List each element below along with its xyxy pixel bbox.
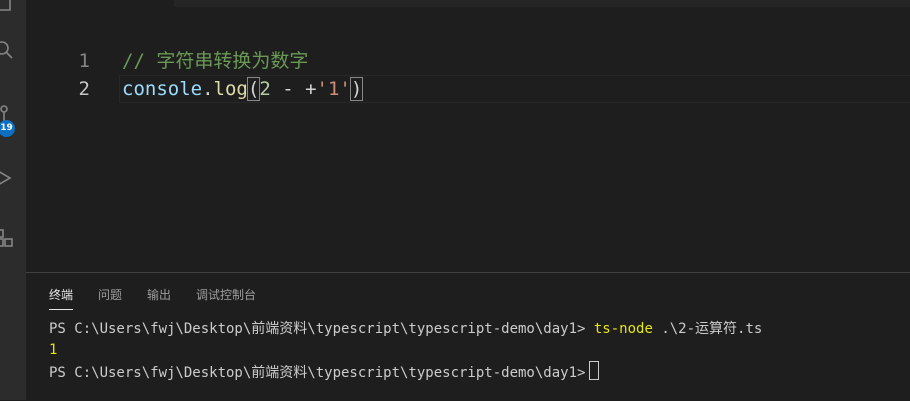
editor-tab-strip: [174, 0, 910, 7]
extensions-icon[interactable]: [0, 228, 14, 248]
code-token-method: log: [213, 78, 248, 100]
terminal-prompt: PS C:\Users\fwj\Desktop\前端资料\typescript\…: [49, 365, 586, 381]
tab-problems[interactable]: 问题: [98, 286, 122, 310]
search-icon[interactable]: [0, 40, 14, 60]
code-line-1[interactable]: 1 // 字符串转换为数字: [26, 47, 910, 75]
panel-tabs: 终端 问题 输出 调试控制台: [49, 286, 281, 310]
activity-bar: 19: [0, 0, 26, 400]
terminal-line-1: PS C:\Users\fwj\Desktop\前端资料\typescript\…: [49, 319, 900, 340]
terminal-cursor[interactable]: [589, 361, 600, 380]
code-token-close-paren: ): [349, 77, 364, 101]
code-token-number: 2: [259, 78, 271, 100]
code-line-2[interactable]: 2 console.log(2 - +'1'): [26, 75, 910, 103]
source-control-badge: 19: [0, 120, 15, 137]
bottom-panel: 终端 问题 输出 调试控制台 PS C:\Users\fwj\Desktop\前…: [26, 272, 910, 401]
run-debug-icon[interactable]: [0, 168, 14, 188]
code-token-operator: - +: [270, 78, 317, 100]
explorer-icon[interactable]: [0, 0, 14, 12]
tab-output[interactable]: 输出: [147, 286, 171, 310]
code-token-dot: .: [202, 78, 214, 100]
terminal-line-3: PS C:\Users\fwj\Desktop\前端资料\typescript\…: [49, 361, 900, 384]
code-token-open-paren: (: [246, 77, 261, 101]
code-comment: // 字符串转换为数字: [122, 50, 309, 72]
tab-debug-console[interactable]: 调试控制台: [196, 286, 256, 310]
terminal-command-args: .\2-运算符.ts: [652, 321, 763, 337]
line-number: 1: [78, 50, 90, 72]
code-editor[interactable]: 1 // 字符串转换为数字 2 console.log(2 - +'1'): [26, 0, 910, 272]
code-token-object: console: [122, 78, 203, 100]
terminal-prompt: PS C:\Users\fwj\Desktop\前端资料\typescript\…: [49, 321, 594, 337]
terminal-output[interactable]: PS C:\Users\fwj\Desktop\前端资料\typescript\…: [49, 319, 900, 384]
line-number: 2: [78, 78, 90, 100]
code-token-string: '1': [316, 78, 351, 100]
terminal-command: ts-node: [593, 321, 653, 337]
tab-terminal[interactable]: 终端: [49, 286, 74, 310]
terminal-line-2: 1: [49, 342, 58, 358]
